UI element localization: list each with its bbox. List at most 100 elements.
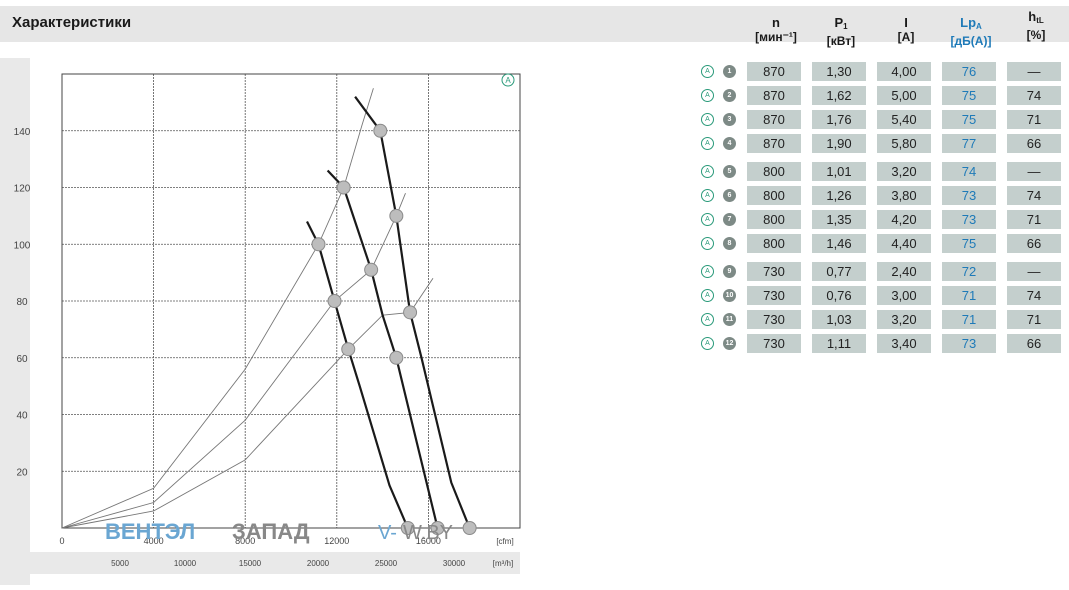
cell-h: 66: [1007, 134, 1061, 153]
a-weighting-icon: A: [701, 265, 714, 278]
cell-n: 870: [747, 134, 801, 153]
a-weighting-icon: A: [701, 237, 714, 250]
cell-i: 5,00: [877, 86, 931, 105]
cell-p: 1,01: [812, 162, 866, 181]
operating-point: [311, 237, 326, 252]
col-head-i: I [A]: [897, 15, 915, 45]
operating-point: [336, 180, 351, 195]
operating-point: [364, 262, 379, 277]
cell-i: 5,40: [877, 110, 931, 129]
system-curve: [61, 278, 434, 529]
cell-n: 730: [747, 286, 801, 305]
corner-badge-label: A: [505, 76, 511, 85]
cell-n: 800: [747, 210, 801, 229]
cell-p: 1,90: [812, 134, 866, 153]
cell-h: 74: [1007, 286, 1061, 305]
x2-tick-label: 15000: [239, 559, 262, 568]
x-tick-label: 12000: [324, 536, 349, 546]
cell-lp: 73: [942, 186, 996, 205]
cell-p: 1,26: [812, 186, 866, 205]
operating-point: [403, 305, 418, 320]
table-row: A 9 730 0,77 2,40 72 —: [695, 262, 1065, 282]
a-weighting-icon: A: [701, 213, 714, 226]
cell-h: —: [1007, 62, 1061, 81]
col-head-p1: P1 [кВт]: [826, 15, 856, 49]
cell-lp: 71: [942, 310, 996, 329]
table-row: A 12 730 1,11 3,40 73 66: [695, 334, 1065, 354]
x2-tick-label: 5000: [111, 559, 129, 568]
cell-i: 5,80: [877, 134, 931, 153]
y-tick-label: 80: [16, 297, 28, 308]
row-number-badge: 5: [723, 165, 736, 178]
row-number-badge: 9: [723, 265, 736, 278]
page-title: Характеристики: [12, 14, 132, 31]
watermark-part1: ВЕНТЭЛ: [105, 519, 195, 544]
row-number-badge: 11: [723, 313, 736, 326]
a-weighting-icon: A: [701, 65, 714, 78]
row-number-badge: 12: [723, 337, 736, 350]
x2-tick-label: 30000: [443, 559, 466, 568]
cell-p: 0,77: [812, 262, 866, 281]
cell-n: 870: [747, 110, 801, 129]
row-number-badge: 4: [723, 137, 736, 150]
y-tick-label: 20: [16, 467, 28, 478]
row-number-badge: 3: [723, 113, 736, 126]
cell-h: 74: [1007, 86, 1061, 105]
row-number-badge: 2: [723, 89, 736, 102]
cell-n: 800: [747, 186, 801, 205]
cell-lp: 72: [942, 262, 996, 281]
cell-h: —: [1007, 262, 1061, 281]
cell-p: 1,62: [812, 86, 866, 105]
y-tick-label: 60: [16, 354, 28, 365]
cell-lp: 71: [942, 286, 996, 305]
table-row: A 1 870 1,30 4,00 76 —: [695, 62, 1065, 82]
fan-performance-chart: 20 40 60 80 100 120 140 0 4000 8000 12000 16000 [cfm…: [0, 58, 530, 585]
cell-i: 4,00: [877, 62, 931, 81]
x2-tick-label: 10000: [174, 559, 197, 568]
cell-p: 1,76: [812, 110, 866, 129]
cell-i: 3,00: [877, 286, 931, 305]
cell-n: 800: [747, 162, 801, 181]
table-row: A 5 800 1,01 3,20 74 —: [695, 162, 1065, 182]
x2-tick-label: 25000: [375, 559, 398, 568]
operating-point: [341, 342, 356, 357]
cell-h: 71: [1007, 310, 1061, 329]
cell-i: 3,20: [877, 310, 931, 329]
header-bar: Характеристики n [мин⁻¹] P1 [кВт] I [A] …: [0, 6, 1069, 48]
chart-svg: 204060801001201400 4000 8000 12000 16000 [cfm…: [0, 58, 521, 585]
cell-p: 1,03: [812, 310, 866, 329]
table-row: A 8 800 1,46 4,40 75 66: [695, 234, 1065, 254]
table-row: A 6 800 1,26 3,80 73 74: [695, 186, 1065, 206]
cell-p: 1,46: [812, 234, 866, 253]
y-tick-label: 100: [14, 240, 31, 251]
cell-lp: 75: [942, 86, 996, 105]
row-number-badge: 7: [723, 213, 736, 226]
cell-i: 3,80: [877, 186, 931, 205]
a-weighting-icon: A: [701, 137, 714, 150]
system-curve: [61, 88, 374, 529]
cell-n: 800: [747, 234, 801, 253]
a-weighting-icon: A: [701, 89, 714, 102]
cell-n: 730: [747, 310, 801, 329]
operating-point: [327, 294, 342, 308]
cell-lp: 73: [942, 210, 996, 229]
cell-i: 3,40: [877, 334, 931, 353]
x2-unit-label: [m³/h]: [493, 559, 513, 568]
y-tick-label: 140: [14, 127, 31, 138]
cell-lp: 75: [942, 234, 996, 253]
cell-lp: 74: [942, 162, 996, 181]
a-weighting-icon: A: [701, 337, 714, 350]
cell-h: 66: [1007, 334, 1061, 353]
table-row: A 3 870 1,76 5,40 75 71: [695, 110, 1065, 130]
cell-lp: 76: [942, 62, 996, 81]
row-number-badge: 8: [723, 237, 736, 250]
cell-p: 1,30: [812, 62, 866, 81]
cell-h: —: [1007, 162, 1061, 181]
a-weighting-icon: A: [701, 313, 714, 326]
y-tick-label: 40: [16, 411, 28, 422]
cell-n: 870: [747, 86, 801, 105]
operating-point: [389, 350, 404, 365]
cell-lp: 77: [942, 134, 996, 153]
watermark-part2: ЗАПАД: [232, 519, 310, 544]
cell-p: 0,76: [812, 286, 866, 305]
